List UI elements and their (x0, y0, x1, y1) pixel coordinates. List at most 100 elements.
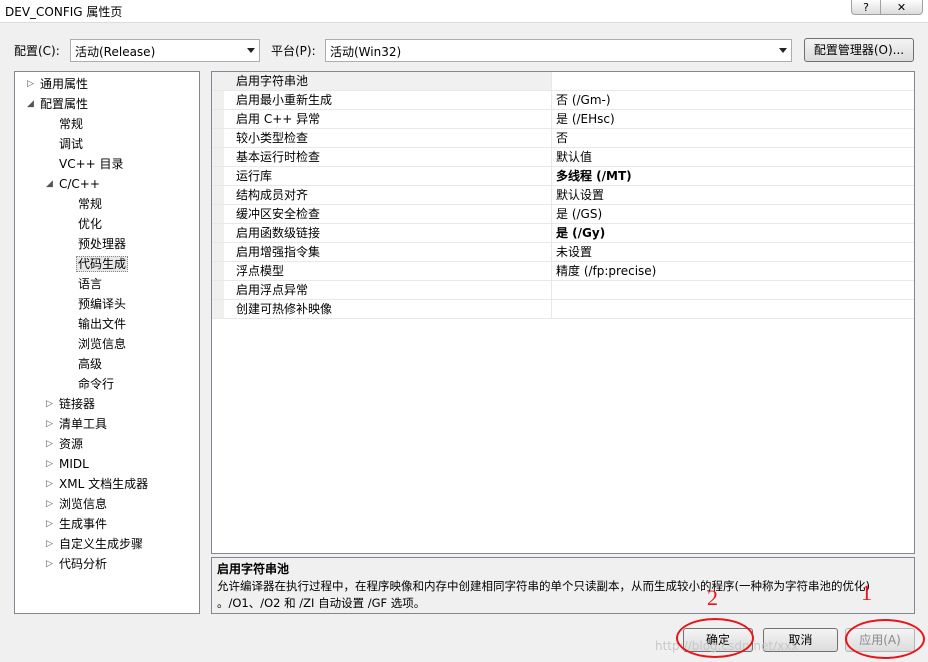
help-button[interactable]: ? (851, 0, 881, 15)
description-line-1: 允许编译器在执行过程中，在程序映像和内存中创建相同字符串的单个只读副本，从而生成… (217, 579, 870, 593)
property-value[interactable]: 未设置 (556, 243, 592, 261)
expand-arrow-icon[interactable]: ▷ (46, 435, 56, 453)
tree-item[interactable]: ▷ 自定义生成步骤 (46, 535, 144, 553)
tree-item-label: 通用属性 (40, 77, 89, 91)
property-row[interactable]: 结构成员对齐 默认设置 (212, 186, 914, 205)
tree-item[interactable]: 常规 (59, 115, 83, 133)
property-row[interactable]: 创建可热修补映像 (212, 300, 914, 319)
property-value[interactable]: 是 (/EHsc) (556, 110, 615, 128)
tree-item-label: 常规 (78, 197, 103, 211)
expand-arrow-icon[interactable]: ▷ (46, 455, 56, 473)
row-gutter (212, 129, 224, 147)
property-row[interactable]: 启用浮点异常 (212, 281, 914, 300)
chevron-down-icon (247, 48, 255, 53)
property-name: 缓冲区安全检查 (224, 205, 552, 223)
tree-item-label: 代码分析 (59, 557, 108, 571)
row-gutter (212, 224, 224, 242)
property-grid[interactable]: 启用字符串池 启用最小重新生成否 (/Gm-) 启用 C++ 异常是 (/EHsc)… (211, 71, 915, 554)
property-name: 基本运行时检查 (224, 148, 552, 166)
tree-item[interactable]: 代码生成 (76, 255, 129, 273)
expand-arrow-icon[interactable]: ▷ (46, 535, 56, 553)
property-name: 启用最小重新生成 (224, 91, 552, 109)
tree-item[interactable]: 常规 (78, 195, 102, 213)
property-value[interactable]: 否 (/Gm-) (556, 91, 611, 109)
tree-item[interactable]: ▷ XML 文档生成器 (46, 475, 148, 493)
row-gutter (212, 243, 224, 261)
tree-item[interactable]: 优化 (78, 215, 102, 233)
property-row[interactable]: 启用增强指令集 未设置 (212, 243, 914, 262)
expand-arrow-icon[interactable]: ▷ (46, 395, 56, 413)
tree-item-label: 输出文件 (78, 317, 127, 331)
tree-item-label: 自定义生成步骤 (59, 537, 144, 551)
expand-arrow-icon[interactable]: ▷ (46, 475, 56, 493)
platform-dropdown[interactable]: 活动(Win32) (325, 39, 792, 62)
property-row[interactable]: 缓冲区安全检查是 (/GS) (212, 205, 914, 224)
property-value[interactable]: 默认值 (556, 148, 592, 166)
tree-item-label: 浏览信息 (59, 497, 108, 511)
row-gutter (212, 300, 224, 318)
property-tree[interactable]: ▷ 通用属性 ◢ 配置属性 常规 调试 VC++ 目录 ◢ C/C++ 常规 优化 预处理器 代码生成语… (14, 71, 200, 614)
close-button[interactable]: ✕ (880, 0, 923, 15)
tree-item[interactable]: 语言 (78, 275, 102, 293)
property-value[interactable]: 默认设置 (556, 186, 604, 204)
tree-item[interactable]: ◢ 配置属性 (27, 95, 88, 113)
tree-item[interactable]: ▷ MIDL (46, 455, 89, 473)
tree-item-label: 预编译头 (78, 297, 127, 311)
property-name: 较小类型检查 (224, 129, 552, 147)
tree-item[interactable]: 调试 (59, 135, 83, 153)
tree-item[interactable]: 命令行 (78, 375, 114, 393)
tree-item[interactable]: ◢ C/C++ (46, 175, 100, 193)
row-gutter (212, 91, 224, 109)
row-gutter (212, 167, 224, 185)
row-gutter (212, 186, 224, 204)
expand-arrow-icon[interactable]: ▷ (27, 75, 37, 93)
property-value[interactable]: 否 (556, 129, 568, 147)
property-row[interactable]: 启用最小重新生成否 (/Gm-) (212, 91, 914, 110)
tree-item-label: 高级 (78, 357, 103, 371)
tree-item[interactable]: ▷ 通用属性 (27, 75, 89, 93)
annotation-circle-ok (676, 618, 754, 658)
title-bar: DEV_CONFIG 属性页 ? ✕ (0, 0, 928, 23)
tree-item[interactable]: 预编译头 (78, 295, 126, 313)
property-row[interactable]: 较小类型检查否 (212, 129, 914, 148)
tree-item[interactable]: VC++ 目录 (59, 155, 124, 173)
expand-arrow-icon[interactable]: ▷ (46, 515, 56, 533)
property-row[interactable]: 基本运行时检查 默认值 (212, 148, 914, 167)
tree-item-label: 优化 (78, 217, 103, 231)
property-row[interactable]: 运行库 多线程 (/MT) (212, 167, 914, 186)
window-title: DEV_CONFIG 属性页 (5, 5, 123, 19)
collapse-arrow-icon[interactable]: ◢ (46, 175, 56, 193)
config-dropdown[interactable]: 活动(Release) (70, 39, 260, 62)
chevron-down-icon (779, 48, 787, 53)
tree-item[interactable]: ▷ 代码分析 (46, 555, 108, 573)
property-value[interactable]: 是 (/GS) (556, 205, 602, 223)
tree-item[interactable]: ▷ 资源 (46, 435, 83, 453)
tree-item[interactable]: ▷ 链接器 (46, 395, 95, 413)
expand-arrow-icon[interactable]: ▷ (46, 495, 56, 513)
property-value[interactable]: 精度 (/fp:precise) (556, 262, 656, 280)
config-label: 配置(C): (14, 44, 60, 58)
property-row[interactable]: 启用 C++ 异常是 (/EHsc) (212, 110, 914, 129)
tree-item[interactable]: ▷ 浏览信息 (46, 495, 108, 513)
row-gutter (212, 148, 224, 166)
annotation-mark-2: 2 (707, 585, 718, 610)
config-value: 活动(Release) (75, 45, 156, 59)
property-value[interactable]: 是 (/Gy) (556, 224, 605, 242)
property-row[interactable]: 启用字符串池 (212, 72, 914, 91)
collapse-arrow-icon[interactable]: ◢ (27, 95, 37, 113)
tree-item[interactable]: 浏览信息 (78, 335, 126, 353)
config-manager-button[interactable]: 配置管理器(O)... (804, 38, 914, 62)
property-value[interactable]: 多线程 (/MT) (556, 167, 632, 185)
tree-item[interactable]: 输出文件 (78, 315, 126, 333)
property-row[interactable]: 浮点模型 精度 (/fp:precise) (212, 262, 914, 281)
property-name: 创建可热修补映像 (224, 300, 552, 318)
tree-item[interactable]: ▷ 生成事件 (46, 515, 108, 533)
expand-arrow-icon[interactable]: ▷ (46, 415, 56, 433)
property-row[interactable]: 启用函数级链接是 (/Gy) (212, 224, 914, 243)
tree-item[interactable]: 高级 (78, 355, 102, 373)
tree-item[interactable]: 预处理器 (78, 235, 126, 253)
tree-item-label: 生成事件 (59, 517, 108, 531)
row-gutter (212, 205, 224, 223)
expand-arrow-icon[interactable]: ▷ (46, 555, 56, 573)
tree-item[interactable]: ▷ 清单工具 (46, 415, 107, 433)
